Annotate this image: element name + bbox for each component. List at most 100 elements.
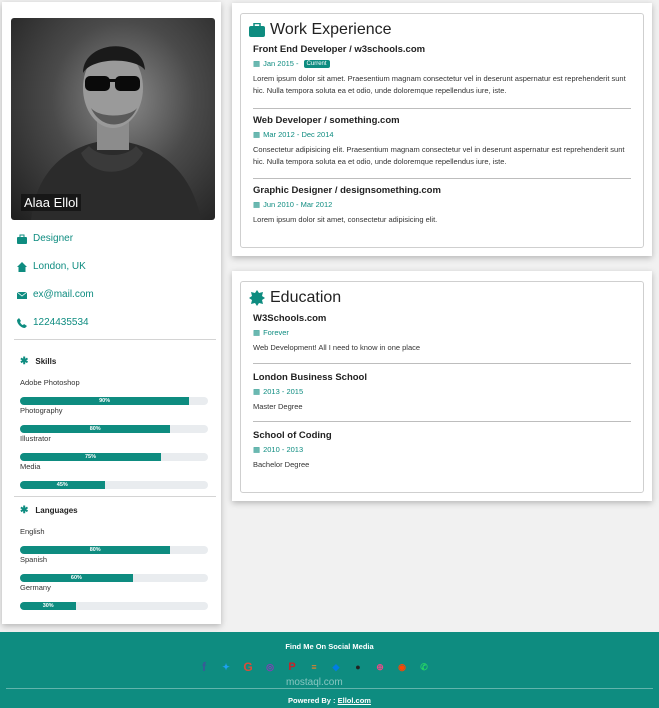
powered-by-prefix: Powered By :	[288, 696, 336, 705]
language-label: English	[20, 527, 45, 536]
profile-photo: Alaa Ellol	[11, 18, 215, 220]
skill-bar-fill: 80%	[20, 425, 171, 433]
entry-description: Web Development! All I need to know in o…	[253, 343, 421, 352]
profile-card: Alaa Ellol Designer London, UK ex@mail.c…	[2, 2, 221, 624]
skill-label: Photography	[20, 406, 63, 415]
social-links: f ✦ G ◎ P ≡ ◆ ● ⊕ ◉ ✆	[196, 659, 432, 675]
footer: Find Me On Social Media f ✦ G ◎ P ≡ ◆ ● …	[0, 632, 659, 708]
work-experience-card: Work Experience Front End Developer / w3…	[232, 3, 652, 256]
work-entry: Graphic Designer / designsomething.com ▦…	[253, 185, 631, 226]
entry-date-text: 2013 - 2015	[263, 387, 304, 396]
language-bar-fill: 30%	[20, 602, 77, 610]
whatsapp-icon[interactable]: ✆	[416, 659, 432, 675]
entry-title: Web Developer / something.com	[253, 115, 400, 126]
current-badge: Current	[303, 59, 330, 68]
entry-title: W3Schools.com	[253, 313, 327, 324]
entry-separator	[253, 178, 631, 179]
entry-title: School of Coding	[253, 430, 332, 441]
education-entry: W3Schools.com ▦ Forever Web Development!…	[253, 313, 631, 354]
education-title: Education	[270, 289, 342, 306]
reddit-icon[interactable]: ◉	[394, 659, 410, 675]
skill-bar: 45%	[20, 481, 208, 489]
entry-separator	[253, 421, 631, 422]
entry-description: Consectetur adipisicing elit. Praesentiu…	[253, 145, 625, 166]
calendar-icon: ▦	[253, 445, 261, 454]
education-entry: London Business School ▦ 2013 - 2015 Mas…	[253, 372, 631, 413]
language-label: Spanish	[20, 555, 48, 564]
entry-date-text: Jan 2015 -	[263, 59, 299, 68]
watermark: mostaql.com	[286, 677, 343, 688]
dropbox-icon[interactable]: ◆	[328, 659, 344, 675]
google-plus-icon[interactable]: G	[240, 659, 256, 675]
skill-label: Illustrator	[20, 434, 51, 443]
work-entry: Front End Developer / w3schools.com ▦ Ja…	[253, 44, 631, 97]
twitter-icon[interactable]: ✦	[218, 659, 234, 675]
skill-bar: 80%	[20, 425, 208, 433]
facebook-icon[interactable]: f	[196, 659, 212, 675]
job-row: Designer	[17, 233, 73, 244]
entry-date-text: Jun 2010 - Mar 2012	[263, 200, 333, 209]
skill-bar-fill: 75%	[20, 453, 161, 461]
education-card: Education W3Schools.com ▦ Forever Web De…	[232, 271, 652, 501]
languages-title: Languages	[35, 506, 78, 515]
entry-date: ▦ Forever	[253, 328, 631, 337]
languages-heading: ✱ Languages	[20, 505, 78, 516]
entry-date: ▦ 2013 - 2015	[253, 387, 631, 396]
certificate-icon	[249, 290, 265, 306]
footer-divider	[6, 688, 653, 689]
location-text: London, UK	[33, 261, 86, 272]
instagram-icon[interactable]: ◎	[262, 659, 278, 675]
calendar-icon: ▦	[253, 387, 261, 396]
skill-bar: 75%	[20, 453, 208, 461]
work-experience-panel: Work Experience Front End Developer / w3…	[240, 13, 644, 248]
education-heading: Education	[249, 289, 341, 307]
stack-overflow-icon[interactable]: ≡	[306, 659, 322, 675]
entry-title: Front End Developer / w3schools.com	[253, 44, 426, 55]
calendar-icon: ▦	[253, 200, 261, 209]
job-text: Designer	[33, 233, 74, 244]
entry-date: ▦ 2010 - 2013	[253, 445, 631, 454]
github-icon[interactable]: ●	[350, 659, 366, 675]
education-panel: Education W3Schools.com ▦ Forever Web De…	[240, 281, 644, 493]
calendar-icon: ▦	[253, 59, 261, 68]
skills-heading: ✱ Skills	[20, 356, 56, 367]
pinterest-icon[interactable]: P	[284, 659, 300, 675]
skill-label: Adobe Photoshop	[20, 378, 80, 387]
work-experience-heading: Work Experience	[249, 21, 392, 39]
calendar-icon: ▦	[253, 328, 261, 337]
entry-title: Graphic Designer / designsomething.com	[253, 185, 441, 196]
envelope-icon	[17, 291, 27, 299]
powered-by-link[interactable]: Ellol.com	[338, 696, 371, 705]
entry-date-text: 2010 - 2013	[263, 445, 304, 454]
find-me-text: Find Me On Social Media	[285, 642, 374, 651]
entry-date-text: Forever	[263, 328, 289, 337]
skill-bar-fill: 90%	[20, 397, 190, 405]
entry-description: Bachelor Degree	[253, 460, 310, 469]
powered-by: Powered By : Ellol.com	[0, 696, 659, 705]
language-bar: 60%	[20, 574, 208, 582]
phone-text: 1224435534	[33, 317, 89, 328]
entry-date: ▦ Mar 2012 - Dec 2014	[253, 130, 631, 139]
briefcase-icon	[249, 23, 265, 37]
skill-label: Media	[20, 462, 41, 471]
phone-icon	[17, 317, 27, 328]
location-row: London, UK	[17, 261, 86, 272]
education-entry: School of Coding ▦ 2010 - 2013 Bachelor …	[253, 430, 631, 471]
asterisk-icon: ✱	[20, 356, 29, 367]
language-bar: 80%	[20, 546, 208, 554]
email-text: ex@mail.com	[33, 289, 94, 300]
profile-name: Alaa Ellol	[21, 194, 82, 211]
skills-title: Skills	[35, 357, 57, 366]
language-label: Germany	[20, 583, 51, 592]
language-bar-fill: 60%	[20, 574, 133, 582]
skill-bar: 90%	[20, 397, 208, 405]
language-bar-fill: 80%	[20, 546, 171, 554]
asterisk-icon: ✱	[20, 505, 29, 516]
entry-date-text: Mar 2012 - Dec 2014	[263, 130, 334, 139]
dribbble-icon[interactable]: ⊕	[372, 659, 388, 675]
entry-description: Master Degree	[253, 402, 303, 411]
divider	[14, 339, 216, 340]
skill-bar-fill: 45%	[20, 481, 105, 489]
entry-description: Lorem ipsum dolor sit amet. Praesentium …	[253, 74, 626, 95]
entry-separator	[253, 108, 631, 109]
